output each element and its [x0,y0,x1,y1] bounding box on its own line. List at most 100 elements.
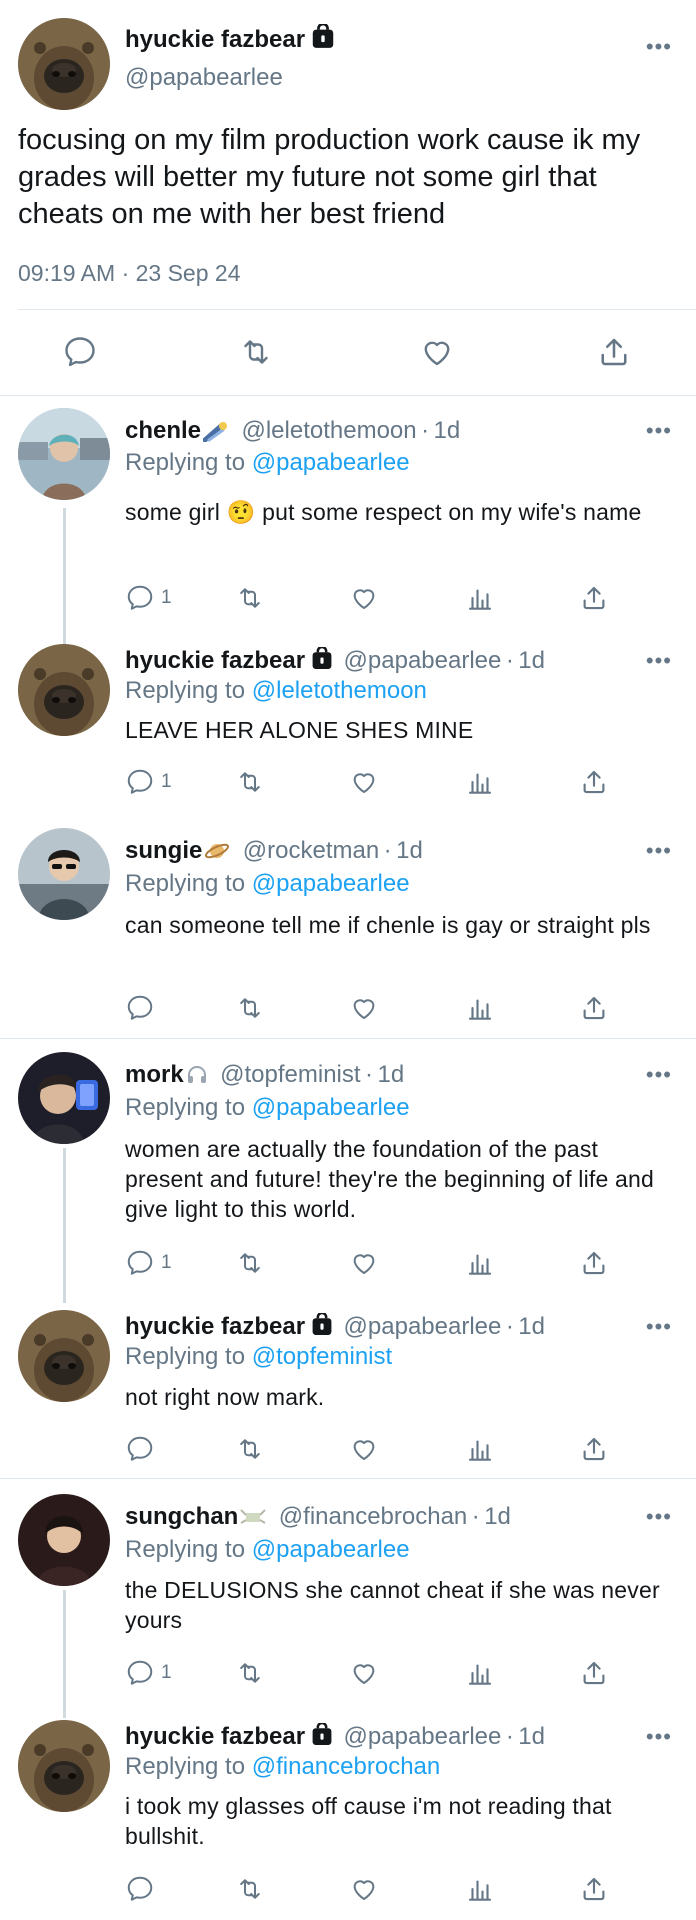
stats-button[interactable] [465,1432,495,1466]
reply-button[interactable]: 1 [125,765,172,799]
handle[interactable]: @papabearlee [125,64,283,92]
display-name[interactable]: hyuckie fazbear [125,647,305,674]
stats-button[interactable] [465,1872,495,1906]
more-options-icon[interactable]: ••• [646,840,672,862]
share-button[interactable] [579,1246,609,1280]
retweet-button[interactable] [235,1656,265,1690]
reply-button[interactable]: 1 [125,1656,172,1690]
more-options-icon[interactable]: ••• [646,1316,672,1338]
avatar[interactable] [18,828,110,920]
reply-time[interactable]: 1d [434,417,461,444]
avatar[interactable] [18,1310,110,1402]
reply-icon [125,583,155,613]
retweet-button[interactable] [235,1872,265,1906]
display-name[interactable]: hyuckie fazbear [125,1313,305,1340]
retweet-icon [235,1434,265,1464]
reply-icon [125,1658,155,1688]
replying-to-link[interactable]: @leletothemoon [252,677,427,704]
like-button[interactable] [349,581,379,615]
avatar[interactable] [18,1494,110,1586]
handle[interactable]: @leletothemoon [241,417,416,444]
handle[interactable]: @financebrochan [279,1503,467,1530]
display-name[interactable]: sungchan [125,1503,238,1530]
reply-time[interactable]: 1d [396,837,423,864]
reply-time[interactable]: 1d [518,647,545,674]
replying-to-link[interactable]: @financebrochan [252,1753,440,1780]
stats-button[interactable] [465,765,495,799]
like-icon [349,1658,379,1688]
retweet-icon[interactable] [238,334,274,370]
avatar[interactable] [18,644,110,736]
share-button[interactable] [579,1872,609,1906]
like-button[interactable] [349,1656,379,1690]
handle[interactable]: @papabearlee [344,1313,502,1340]
replying-to-link[interactable]: @papabearlee [252,1536,410,1563]
share-icon [579,1248,609,1278]
replying-to-link[interactable]: @papabearlee [252,449,410,476]
like-icon [349,583,379,613]
display-name[interactable]: hyuckie fazbear [125,1723,305,1750]
tweet-timestamp[interactable]: 09:19 AM · 23 Sep 24 [18,260,241,287]
replying-label: Replying to [125,449,246,476]
like-icon [349,1248,379,1278]
display-name[interactable]: chenle [125,417,201,444]
handle[interactable]: @papabearlee [344,1723,502,1750]
avatar[interactable] [18,408,110,500]
reply-text: i took my glasses off cause i'm not read… [125,1793,612,1849]
tweet-text: focusing on my film production work caus… [18,124,641,230]
share-button[interactable] [579,1432,609,1466]
like-button[interactable] [349,765,379,799]
more-options-icon[interactable]: ••• [646,1726,672,1748]
reply-time[interactable]: 1d [484,1503,511,1530]
stats-button[interactable] [465,1246,495,1280]
reply-time[interactable]: 1d [518,1723,545,1750]
reply-button[interactable]: 1 [125,581,172,615]
like-button[interactable] [349,1246,379,1280]
replying-to-link[interactable]: @papabearlee [252,870,410,897]
display-name[interactable]: mork [125,1061,184,1088]
thread-line [63,508,66,648]
handle[interactable]: @papabearlee [344,647,502,674]
share-button[interactable] [579,991,609,1025]
stats-button[interactable] [465,581,495,615]
more-options-icon[interactable]: ••• [646,36,672,58]
reply-count: 1 [161,1252,172,1273]
like-button[interactable] [349,1872,379,1906]
share-button[interactable] [579,1656,609,1690]
retweet-button[interactable] [235,765,265,799]
more-options-icon[interactable]: ••• [646,420,672,442]
reply-time[interactable]: 1d [377,1061,404,1088]
lock-icon [311,647,333,670]
retweet-button[interactable] [235,1432,265,1466]
avatar[interactable] [18,1720,110,1812]
like-icon[interactable] [419,334,455,370]
reply-button[interactable]: 1 [125,1246,172,1280]
reply-icon[interactable] [62,334,98,370]
more-options-icon[interactable]: ••• [646,650,672,672]
retweet-button[interactable] [235,581,265,615]
share-icon[interactable] [596,334,632,370]
like-button[interactable] [349,1432,379,1466]
handle[interactable]: @topfeminist [220,1061,360,1088]
replying-to-link[interactable]: @topfeminist [252,1343,392,1370]
like-button[interactable] [349,991,379,1025]
more-options-icon[interactable]: ••• [646,1506,672,1528]
reply-button[interactable] [125,1432,161,1466]
reply-button[interactable] [125,1872,161,1906]
display-name[interactable]: hyuckie fazbear [125,26,305,53]
replying-label: Replying to [125,1343,246,1370]
avatar[interactable] [18,1052,110,1144]
stats-button[interactable] [465,991,495,1025]
display-name[interactable]: sungie [125,837,202,864]
more-options-icon[interactable]: ••• [646,1064,672,1086]
retweet-button[interactable] [235,991,265,1025]
replying-to-link[interactable]: @papabearlee [252,1094,410,1121]
reply-time[interactable]: 1d [518,1313,545,1340]
share-button[interactable] [579,581,609,615]
retweet-button[interactable] [235,1246,265,1280]
stats-button[interactable] [465,1656,495,1690]
share-button[interactable] [579,765,609,799]
avatar[interactable] [18,18,110,110]
reply-button[interactable] [125,991,161,1025]
handle[interactable]: @rocketman [243,837,379,864]
